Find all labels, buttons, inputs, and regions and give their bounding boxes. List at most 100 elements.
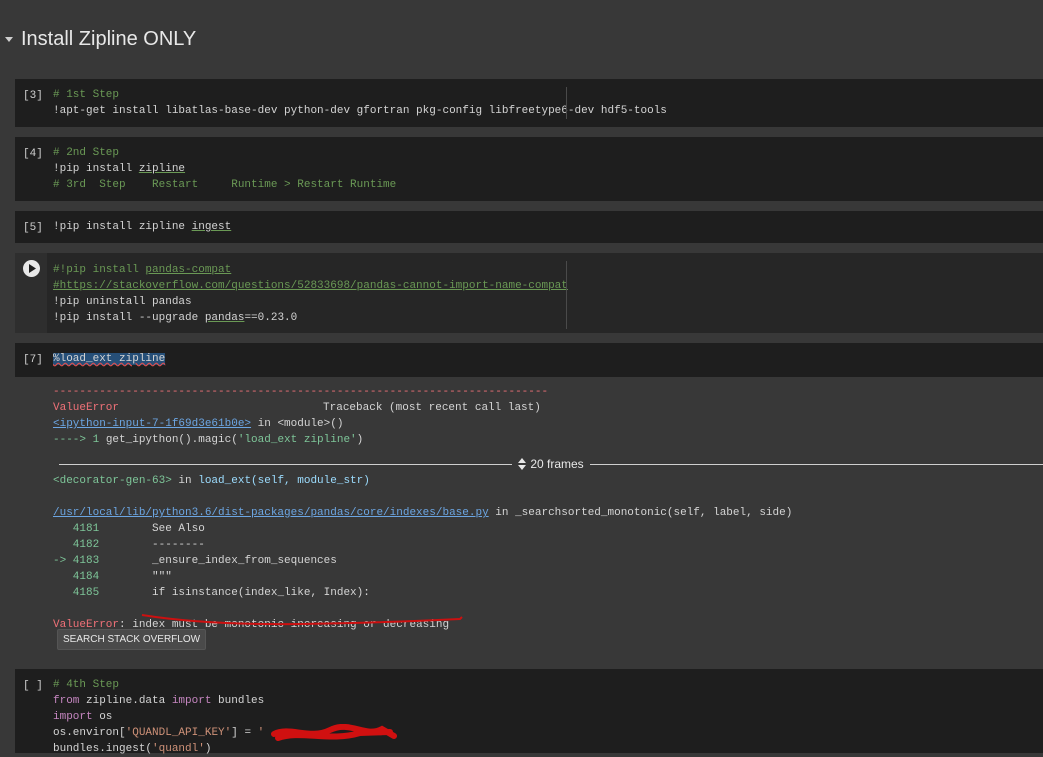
code-line: #https://stackoverflow.com/questions/528… — [53, 280, 568, 292]
traceback-input-line: <ipython-input-7-1f69d3e61b0e> in <modul… — [53, 416, 548, 432]
code-cell-4[interactable]: [4] # 2nd Step !pip install zipline # 3r… — [15, 137, 1043, 201]
code-token: os — [92, 711, 113, 723]
code-token: !pip install — [53, 163, 139, 175]
code-line: !apt-get install libatlas-base-dev pytho… — [53, 105, 667, 117]
code-line: os.environ['QUANDL_API_KEY'] = ' — [53, 725, 264, 741]
arrow-arg: 'load_ext zipline' — [237, 434, 357, 446]
code-line: # 1st Step — [53, 89, 120, 101]
code-token: ) — [204, 743, 212, 755]
section-title: Install Zipline ONLY — [21, 27, 197, 50]
line-ruler — [566, 87, 567, 119]
code-context-line: 4185 if isinstance(index_like, Index): — [53, 585, 792, 601]
code-editor[interactable]: %load_ext zipline — [53, 351, 166, 367]
code-line: !pip install zipline — [53, 161, 396, 177]
traceback-separator: ----------------------------------------… — [53, 386, 549, 398]
code-editor[interactable]: #!pip install pandas-compat #https://sta… — [53, 262, 568, 326]
code-token: 'quandl' — [152, 743, 205, 755]
code-context-line: 4182 -------- — [53, 537, 792, 553]
context-text: """ — [99, 571, 172, 583]
code-token: import — [171, 695, 212, 707]
code-token: !pip install --upgrade — [53, 312, 205, 324]
file-path-link[interactable]: /usr/local/lib/python3.6/dist-packages/p… — [53, 507, 489, 519]
decorator-fn: load_ext(self, module_str) — [198, 475, 370, 487]
code-line: !pip install --upgrade pandas==0.23.0 — [53, 310, 568, 326]
divider — [589, 463, 1043, 465]
collapse-caret-icon[interactable] — [5, 36, 13, 42]
code-token: zipline — [138, 163, 186, 175]
line-number: 4182 — [53, 539, 100, 551]
cell-prompt: [7] — [23, 354, 43, 366]
decorator-name: <decorator-gen-63> — [53, 475, 172, 487]
code-token: import — [53, 711, 93, 723]
line-ruler — [566, 261, 567, 329]
line-number: 4184 — [53, 571, 100, 583]
code-token: bundles.ingest( — [53, 743, 153, 755]
code-editor[interactable]: # 1st Step !apt-get install libatlas-bas… — [53, 87, 667, 119]
arrow-call: get_ipython().magic( — [105, 434, 238, 446]
code-token: %load_ext zipline — [53, 353, 166, 365]
line-number: 4181 — [53, 523, 100, 535]
code-context-line: 4181 See Also — [53, 521, 792, 537]
line-number: -> 4183 — [53, 555, 100, 567]
code-token: os.environ[ — [53, 727, 126, 739]
divider — [59, 463, 513, 465]
code-line: # 3rd Step Restart Runtime > Restart Run… — [53, 179, 397, 191]
code-token: 'QUANDL_API_KEY' — [125, 727, 232, 739]
code-cell-active[interactable]: #!pip install pandas-compat #https://sta… — [15, 253, 1043, 333]
search-stack-overflow-button[interactable]: SEARCH STACK OVERFLOW — [57, 629, 207, 650]
code-token: pandas — [204, 312, 245, 324]
code-token: pandas-compat — [145, 264, 232, 276]
code-line: # 4th Step — [53, 679, 120, 691]
in-text: in — [171, 475, 199, 487]
code-token: ingest — [191, 221, 232, 233]
context-text: _ensure_index_from_sequences — [99, 555, 337, 567]
code-line: import os — [53, 709, 264, 725]
file-in-text: in _searchsorted_monotonic(self, label, … — [488, 507, 793, 519]
code-line: bundles.ingest('quandl') — [53, 741, 264, 757]
arrow-prefix: ----> 1 — [53, 434, 106, 446]
cell-output: ----------------------------------------… — [15, 377, 1043, 659]
code-token: #!pip install — [53, 264, 146, 276]
code-token: bundles — [211, 695, 265, 707]
frames-collapser: 20 frames — [59, 456, 1043, 472]
code-editor[interactable]: # 2nd Step !pip install zipline # 3rd St… — [53, 145, 396, 193]
code-cell-5[interactable]: [5] !pip install zipline ingest — [15, 211, 1043, 243]
code-context-line: -> 4183 _ensure_index_from_sequences — [53, 553, 792, 569]
code-line: #!pip install pandas-compat — [53, 262, 568, 278]
context-text: See Also — [99, 523, 205, 535]
code-token: !pip install zipline — [53, 221, 192, 233]
context-text: if isinstance(index_like, Index): — [99, 587, 370, 599]
ipython-input-link[interactable]: <ipython-input-7-1f69d3e61b0e> — [53, 418, 251, 430]
code-line: # 2nd Step — [53, 147, 120, 159]
code-line: from zipline.data import bundles — [53, 693, 264, 709]
cell-prompt: [ ] — [23, 680, 43, 692]
code-line: %load_ext zipline — [53, 351, 166, 367]
code-cell-7[interactable]: [7] %load_ext zipline — [15, 343, 1043, 377]
code-token: ==0.23.0 — [244, 312, 298, 324]
run-cell-button[interactable] — [23, 260, 40, 277]
red-underline-annotation — [141, 614, 463, 626]
context-text: -------- — [99, 539, 205, 551]
decorator-line: <decorator-gen-63> in load_ext(self, mod… — [53, 473, 792, 489]
cell-prompt: [3] — [23, 90, 43, 102]
cell-prompt: [5] — [23, 222, 43, 234]
traceback-header: ValueError Traceback (most recent call la… — [53, 400, 548, 416]
code-line: !pip install zipline ingest — [53, 219, 231, 235]
code-editor[interactable]: # 4th Step from zipline.data import bund… — [53, 677, 264, 757]
frames-toggle-button[interactable]: 20 frames — [512, 457, 589, 471]
traceback-title: Traceback (most recent call last) — [323, 402, 541, 414]
code-context-line: 4184 """ — [53, 569, 792, 585]
traceback-arrow-line: ----> 1 get_ipython().magic('load_ext zi… — [53, 432, 548, 448]
section-header: Install Zipline ONLY — [0, 22, 1043, 56]
code-token: ] = — [231, 727, 258, 739]
code-cell-3[interactable]: [3] # 1st Step !apt-get install libatlas… — [15, 79, 1043, 127]
code-editor[interactable]: !pip install zipline ingest — [53, 219, 231, 235]
redaction-scribble — [271, 724, 397, 741]
file-line: /usr/local/lib/python3.6/dist-packages/p… — [53, 505, 792, 521]
code-line: !pip uninstall pandas — [53, 296, 192, 308]
line-number: 4185 — [53, 587, 100, 599]
code-token: ' — [257, 727, 265, 739]
cell-prompt: [4] — [23, 148, 43, 160]
code-cell-4th-step[interactable]: [ ] # 4th Step from zipline.data import … — [15, 669, 1043, 755]
